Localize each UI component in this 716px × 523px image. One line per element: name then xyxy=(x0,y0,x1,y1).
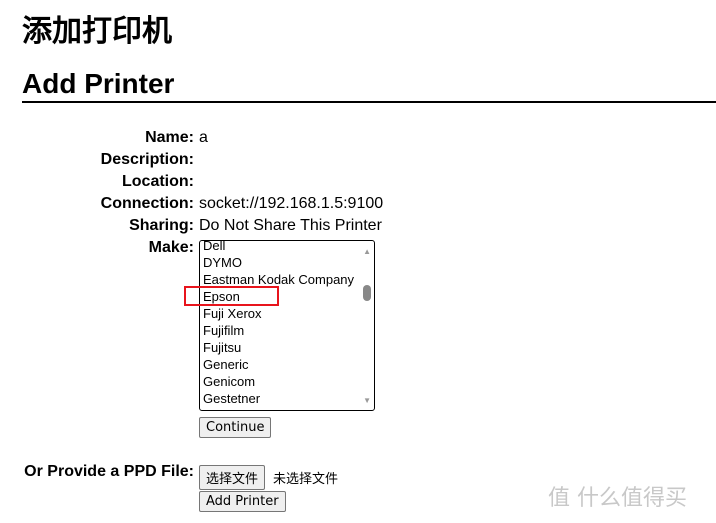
connection-label: Connection: xyxy=(100,195,194,212)
location-label: Location: xyxy=(122,173,194,190)
page-title: Add Printer xyxy=(22,68,175,99)
make-option[interactable]: Genicom xyxy=(203,373,255,390)
sharing-label: Sharing: xyxy=(129,217,194,234)
scrollbar-thumb[interactable] xyxy=(363,285,371,301)
choose-file-button[interactable]: 选择文件 xyxy=(199,465,266,490)
add-printer-button[interactable]: Add Printer xyxy=(199,491,286,512)
highlight-annotation xyxy=(184,286,279,306)
make-option[interactable]: Dell xyxy=(203,241,225,254)
make-label: Make: xyxy=(148,239,194,256)
make-option[interactable]: Fujifilm xyxy=(203,322,244,339)
description-label: Description: xyxy=(100,151,194,168)
scroll-up-arrow-icon[interactable]: ▲ xyxy=(363,247,371,256)
make-listbox[interactable]: Dell DYMO Eastman Kodak Company Epson Fu… xyxy=(199,240,375,411)
watermark: 值 什么值得买 xyxy=(548,486,687,511)
sharing-value: Do Not Share This Printer xyxy=(199,217,382,234)
make-option[interactable]: Generic xyxy=(203,356,249,373)
page-title-chinese: 添加打印机 xyxy=(22,14,172,49)
make-option[interactable]: Fuji Xerox xyxy=(203,305,262,322)
no-file-text: 未选择文件 xyxy=(273,472,339,487)
make-option[interactable]: Fujitsu xyxy=(203,339,241,356)
listbox-scrollbar[interactable]: ▲ ▼ xyxy=(360,241,374,410)
name-value: a xyxy=(199,129,208,146)
continue-button[interactable]: Continue xyxy=(199,417,272,438)
scroll-down-arrow-icon[interactable]: ▼ xyxy=(363,396,371,405)
make-option[interactable]: Gestetner xyxy=(203,390,260,407)
name-label: Name: xyxy=(145,129,194,146)
heading-divider xyxy=(22,101,716,103)
make-option[interactable]: DYMO xyxy=(203,254,242,271)
ppd-file-label: Or Provide a PPD File: xyxy=(24,463,194,480)
connection-value: socket://192.168.1.5:9100 xyxy=(199,195,384,212)
